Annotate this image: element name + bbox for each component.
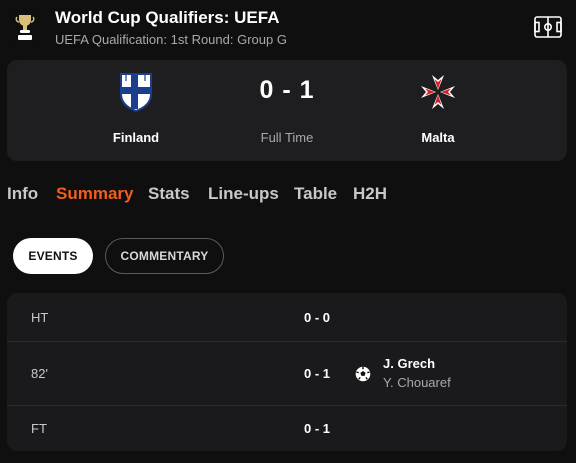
competition-subtitle: UEFA Qualification: 1st Round: Group G xyxy=(55,32,287,47)
event-row-ft: FT 0 - 1 xyxy=(7,406,567,451)
finland-flag-crest-icon xyxy=(118,72,154,113)
event-score: 0 - 0 xyxy=(303,310,330,325)
pitch-icon[interactable] xyxy=(534,16,562,38)
tab-table[interactable]: Table xyxy=(294,184,337,204)
tab-info[interactable]: Info xyxy=(7,184,38,204)
tab-line-ups[interactable]: Line-ups xyxy=(208,184,279,204)
event-row-goal[interactable]: 82' 0 - 1 J. Grech Y. Chouaref xyxy=(7,342,567,406)
events-filter-button[interactable]: EVENTS xyxy=(13,238,93,274)
goal-scorer: J. Grech xyxy=(383,356,436,371)
commentary-filter-button[interactable]: COMMENTARY xyxy=(105,238,224,274)
event-score: 0 - 1 xyxy=(303,421,330,436)
event-minute: HT xyxy=(31,310,49,325)
match-scorecard: Finland 0 - 1 Full Time Malta xyxy=(7,60,567,161)
trophy-icon[interactable] xyxy=(12,11,38,45)
event-row-ht: HT 0 - 0 xyxy=(7,293,567,342)
events-list: HT 0 - 0 82' 0 - 1 J. Grech Y. Chouaref … xyxy=(7,293,567,451)
match-score: 0 - 1 xyxy=(259,76,315,104)
event-score: 0 - 1 xyxy=(303,366,330,381)
tab-stats[interactable]: Stats xyxy=(148,184,190,204)
home-team-name: Finland xyxy=(112,130,160,145)
event-minute: 82' xyxy=(31,366,48,381)
home-team[interactable]: Finland xyxy=(71,60,201,161)
tab-summary[interactable]: Summary xyxy=(56,184,133,204)
away-team[interactable]: Malta xyxy=(373,60,503,161)
competition-title: World Cup Qualifiers: UEFA xyxy=(55,8,280,27)
event-minute: FT xyxy=(31,421,47,436)
away-team-name: Malta xyxy=(421,130,455,145)
tab-h2h[interactable]: H2H xyxy=(353,184,387,204)
match-status: Full Time xyxy=(260,130,314,145)
football-icon xyxy=(355,366,371,382)
goal-assist: Y. Chouaref xyxy=(383,375,451,390)
maltese-cross-icon xyxy=(420,72,456,112)
competition-header: World Cup Qualifiers: UEFA UEFA Qualific… xyxy=(0,0,576,54)
